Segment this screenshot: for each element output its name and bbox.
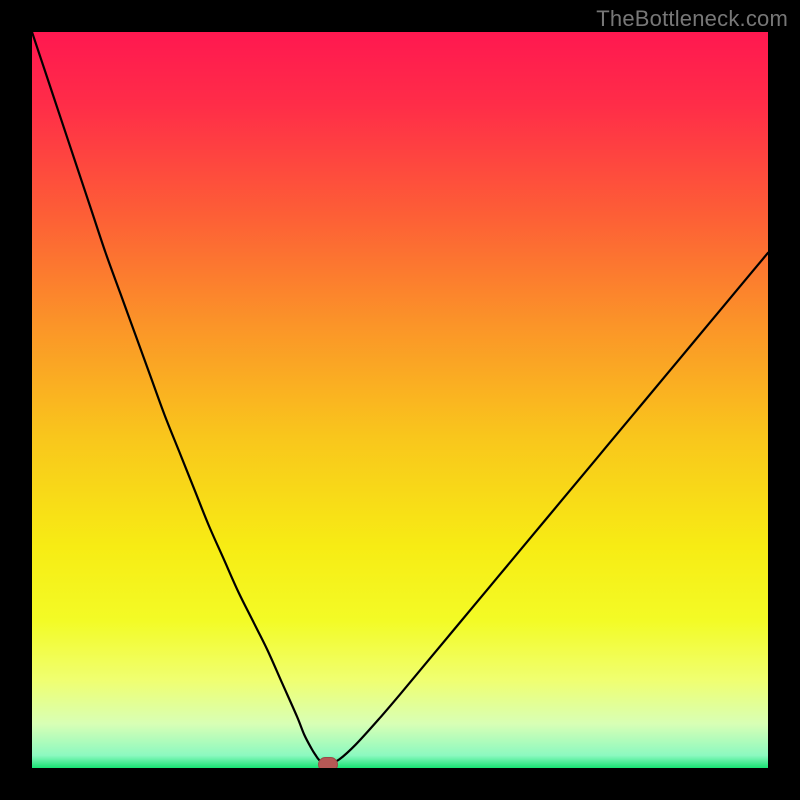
optimum-marker [318, 757, 339, 768]
chart-frame: TheBottleneck.com [0, 0, 800, 800]
plot-area [32, 32, 768, 768]
bottleneck-curve [32, 32, 768, 768]
watermark-text: TheBottleneck.com [596, 6, 788, 32]
